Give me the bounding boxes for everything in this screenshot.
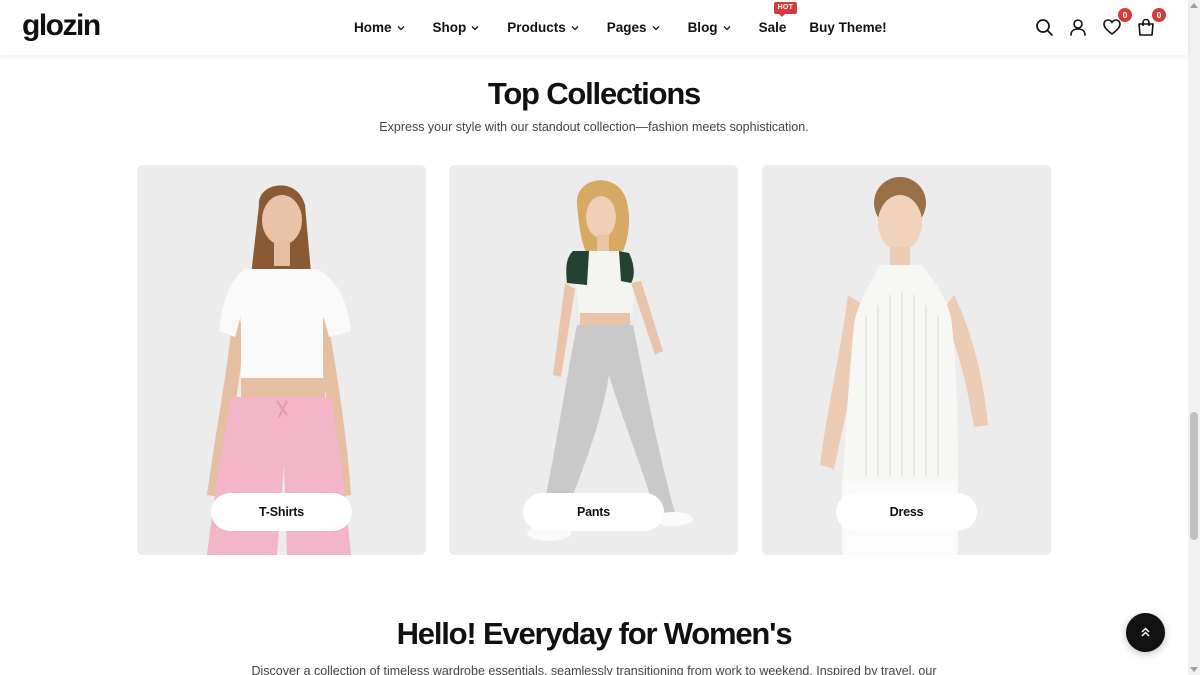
scroll-up-arrow-icon[interactable] [1190,3,1198,8]
collections-title: Top Collections [487,76,701,111]
chevron-down-icon [397,25,404,30]
cart-count: 0 [1152,8,1166,22]
nav-home-label: Home [354,20,392,35]
womens-subtitle: Discover a collection of timeless wardro… [251,664,937,675]
collection-card-dress[interactable]: Dress [762,165,1051,555]
cart-button[interactable]: 0 [1135,8,1166,38]
nav-blog[interactable]: Blog [688,20,731,35]
nav-blog-label: Blog [687,20,718,35]
nav-products-label: Products [507,20,566,35]
page-scrollbar[interactable] [1188,0,1200,675]
nav-buy-theme[interactable]: Buy Theme! [809,20,886,35]
chevron-down-icon [471,25,479,30]
chevron-down-icon [723,25,731,30]
nav-sale[interactable]: Sale HOT [758,2,798,35]
scroll-down-arrow-icon[interactable] [1190,667,1198,672]
nav-pages-label: Pages [606,20,647,35]
nav-shop-label: Shop [432,20,467,35]
nav-pages[interactable]: Pages [607,20,660,35]
collection-card-pants[interactable]: Pants [449,165,738,555]
wishlist-count: 0 [1118,8,1132,22]
back-to-top-button[interactable] [1126,613,1165,652]
pants-button[interactable]: Pants [523,493,664,531]
logo[interactable]: glozin [22,9,101,43]
nav-products[interactable]: Products [507,20,579,35]
account-button[interactable] [1067,16,1089,38]
collections-subtitle: Express your style with our standout col… [379,120,809,134]
tshirts-button[interactable]: T-Shirts [211,493,352,531]
nav-buy-theme-label: Buy Theme! [809,20,887,35]
site-header: glozin Home Shop Products Pages Blog Sal… [0,0,1188,55]
chevron-down-icon [652,25,660,30]
nav-shop[interactable]: Shop [433,20,480,35]
header-tools: 0 0 [1033,8,1169,38]
womens-title: Hello! Everyday for Women's [396,616,793,651]
search-button[interactable] [1033,16,1055,38]
wishlist-button[interactable]: 0 [1101,8,1132,38]
scrollbar-thumb[interactable] [1190,412,1198,540]
hot-badge: HOT [773,2,798,17]
search-icon [1036,19,1053,36]
collection-card-tshirts[interactable]: T-Shirts [137,165,426,555]
chevron-down-icon [571,25,579,30]
double-chevron-up-icon [1141,627,1150,637]
dress-button[interactable]: Dress [836,493,977,531]
user-icon [1070,19,1086,36]
nav-home[interactable]: Home [354,20,405,35]
nav-sale-label: Sale [758,20,787,35]
main-nav: Home Shop Products Pages Blog Sale HOT B… [354,0,915,55]
